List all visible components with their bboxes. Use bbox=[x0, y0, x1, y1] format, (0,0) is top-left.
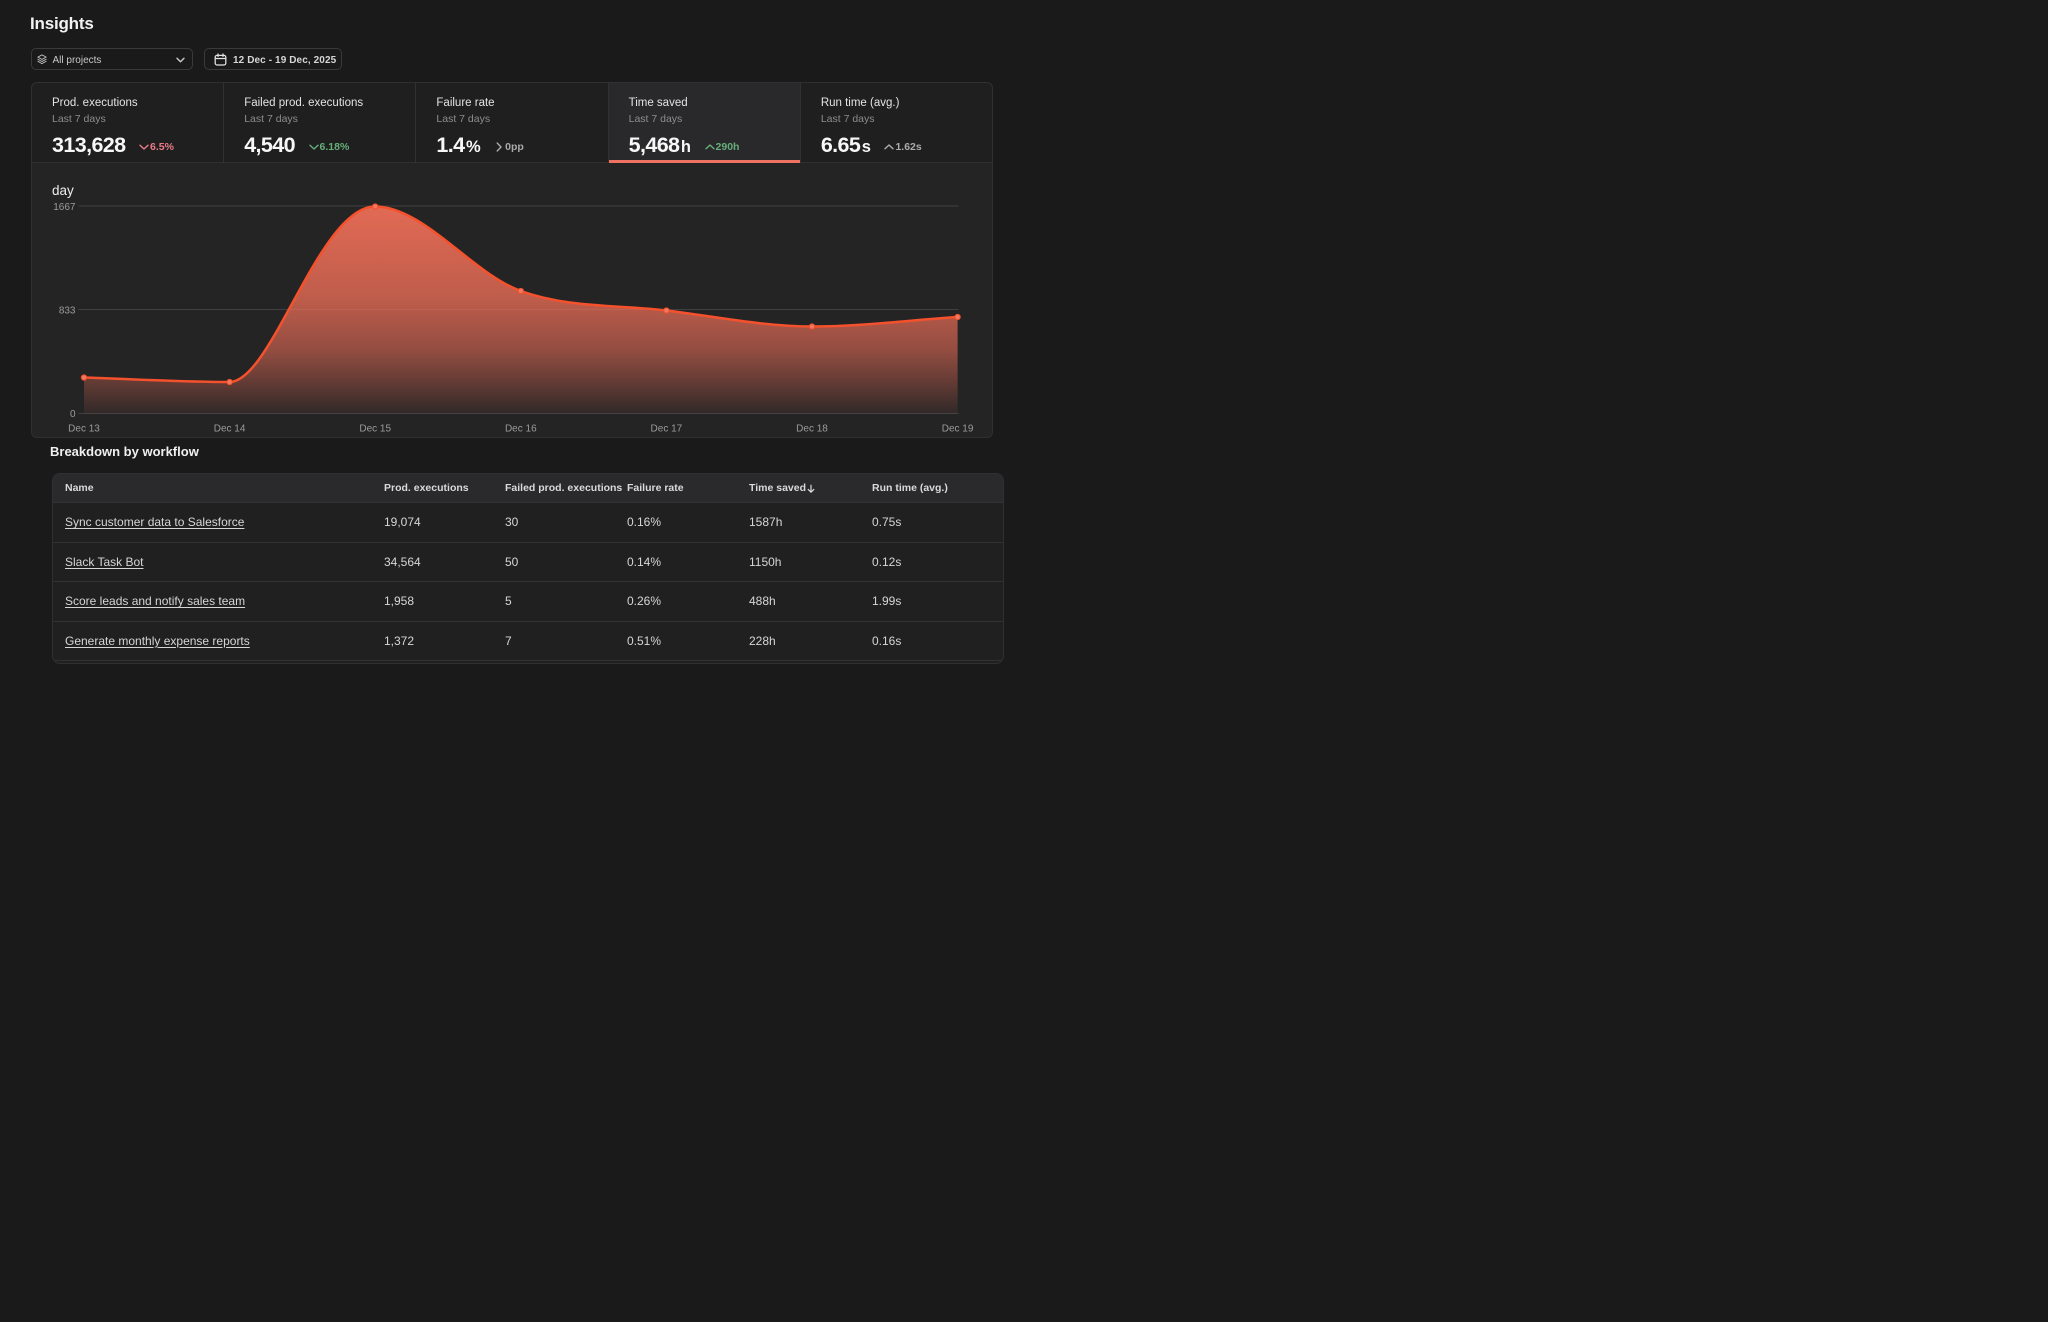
svg-text:Dec 19: Dec 19 bbox=[942, 424, 974, 435]
svg-text:Dec 17: Dec 17 bbox=[651, 424, 683, 435]
svg-text:1667: 1667 bbox=[53, 202, 76, 213]
svg-text:Dec 14: Dec 14 bbox=[214, 424, 246, 435]
svg-text:Dec 18: Dec 18 bbox=[796, 424, 828, 435]
svg-text:0: 0 bbox=[70, 409, 76, 420]
svg-text:Dec 15: Dec 15 bbox=[359, 424, 391, 435]
svg-text:833: 833 bbox=[59, 306, 76, 317]
svg-text:Dec 16: Dec 16 bbox=[505, 424, 537, 435]
svg-text:Dec 13: Dec 13 bbox=[68, 424, 100, 435]
